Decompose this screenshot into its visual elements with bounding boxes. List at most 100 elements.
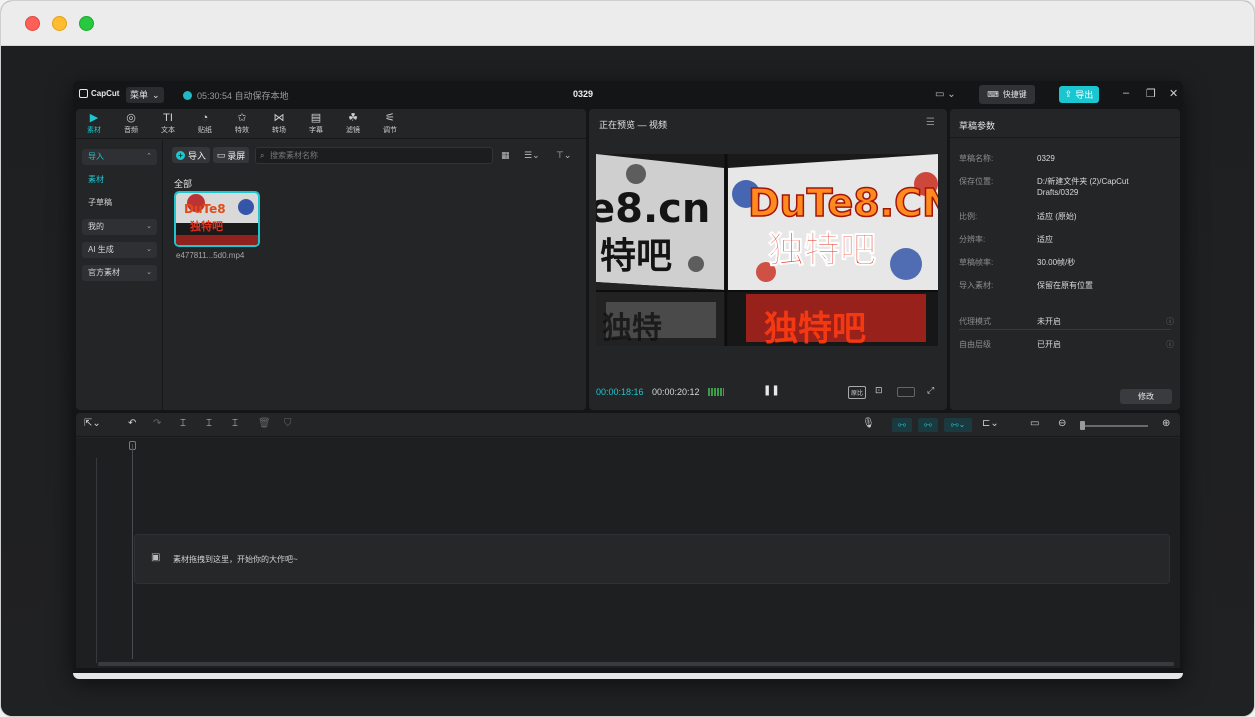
zoom-out-icon[interactable]: ⊖ [1058,418,1066,429]
sidebar-item-ai-gen[interactable]: AI 生成 ⌄ [82,242,157,258]
search-input[interactable]: ⌕ 搜索素材名称 [255,147,493,164]
export-icon: ⇪ [1064,89,1073,99]
info-icon[interactable]: ⓘ [1166,339,1174,350]
video-text-left-2: 特吧 [600,236,672,277]
mac-titlebar [1,1,1254,46]
tab-sticker[interactable]: ◔ 贴纸 [190,112,220,135]
record-screen-button[interactable]: ▭ 录屏 [213,147,249,163]
autosave-status: 05:30:54 自动保存本地 [183,89,289,102]
prop-value: 未开启 [1037,317,1061,326]
subtitle-preview-icon[interactable]: ▭ [1030,418,1039,429]
tab-adjust[interactable]: ⚟ 调节 [375,112,405,135]
media-panel: ▶ 素材 ◎ 音频 TI 文本 ◔ 贴纸 ✩ 特效 ⋈ 转场 ▤ 字幕 ☘ 滤镜… [76,109,586,410]
layout-icon[interactable]: ▭ ⌄ [935,89,956,100]
shortcut-button[interactable]: ⌨ 快捷键 [979,85,1035,104]
media-clip-thumbnail[interactable]: DuTe8 独特吧 [174,191,260,247]
trim-left-icon[interactable]: ⌶ [206,418,212,429]
restore-icon[interactable]: ❐ [1146,87,1156,100]
tab-transition[interactable]: ⋈ 转场 [264,112,294,135]
autosave-text: 05:30:54 自动保存本地 [197,91,289,101]
app-window-edge [73,673,1183,679]
tab-filter[interactable]: ☘ 滤镜 [338,112,368,135]
filter-icon: ☘ [348,112,358,124]
trim-right-icon[interactable]: ⌶ [232,418,238,429]
timeline-scrollbar[interactable] [98,662,1174,666]
prop-key: 自由层级 [959,340,991,349]
close-icon[interactable]: ✕ [1169,87,1178,100]
tab-media[interactable]: ▶ 素材 [79,112,109,135]
chevron-up-icon: ⌃ [146,153,152,160]
close-window-button[interactable] [25,16,40,31]
linkage-icon[interactable]: ⧟⌄ [944,418,972,432]
capcut-logo-icon [79,89,88,98]
plus-icon: + [175,150,185,160]
shield-icon[interactable]: ⛉ [284,418,292,429]
playhead[interactable] [132,444,133,659]
modify-button[interactable]: 修改 [1120,389,1172,404]
zoom-slider-handle[interactable] [1080,421,1085,430]
prop-value: D:/新建文件夹 (2)/CapCut Drafts/0329 [1037,177,1129,197]
grid-view-icon[interactable]: ▦ [501,150,510,161]
menu-icon[interactable]: ☰ [926,117,935,128]
microphone-icon[interactable]: 🎙 [862,418,875,429]
redo-icon[interactable]: ↷ [153,418,161,429]
maximize-window-button[interactable] [79,16,94,31]
zoom-fit-icon[interactable]: ⊡ [875,385,883,396]
drop-hint: 素材拖拽到这里，开始你的大作吧~ [173,555,298,564]
pause-button[interactable]: ❚❚ [763,385,780,396]
auto-snap-icon[interactable]: ⧟ [918,418,938,432]
tab-subtitle[interactable]: ▤ 字幕 [301,112,331,135]
props-header: 草稿参数 [950,109,1180,138]
timeline-toolbar: ⇱⌄ ↶ ↷ ⌶ ⌶ ⌶ 🗑 ⛉ 🎙 ⧟ ⧟ ⧟⌄ ⊏⌄ ▭ ⊖ ⊕ [76,413,1180,437]
timeline-body[interactable]: ▣ 素材拖拽到这里，开始你的大作吧~ [76,438,1180,668]
media-main: + 导入 ▭ 录屏 ⌕ 搜索素材名称 ▦ ☰⌄ ⊤⌄ 全部 DuTe8 独特吧 … [164,140,586,410]
tab-label: 文本 [161,127,175,134]
prop-value: 适应 [1037,235,1053,244]
menu-button[interactable]: 菜单 ⌄ [126,87,164,103]
capcut-logo: CapCut [79,89,119,98]
main-track-drop-zone[interactable]: ▣ 素材拖拽到这里，开始你的大作吧~ [134,534,1170,584]
sidebar-item-media[interactable]: 素材 [82,172,157,188]
split-icon[interactable]: ⌶ [180,418,186,429]
tab-effects[interactable]: ✩ 特效 [227,112,257,135]
search-placeholder: 搜索素材名称 [270,151,318,160]
zoom-in-icon[interactable]: ⊕ [1162,418,1170,429]
transition-icon: ⋈ [273,112,285,124]
prop-key: 分辨率: [959,235,986,244]
sort-icon[interactable]: ☰⌄ [524,150,540,161]
minimize-window-button[interactable] [52,16,67,31]
aspect-ratio-icon[interactable] [897,387,915,397]
subtitle-icon: ▤ [310,112,322,124]
prop-key: 保存位置: [959,177,994,186]
info-icon[interactable]: ⓘ [1166,316,1174,327]
delete-icon[interactable]: 🗑 [258,418,271,429]
sidebar-item-official[interactable]: 官方素材 ⌄ [82,265,157,281]
tab-text[interactable]: TI 文本 [153,112,183,135]
sidebar-item-mine[interactable]: 我的 ⌄ [82,219,157,235]
main-track-magnet-icon[interactable]: ⧟ [892,418,912,432]
tab-audio[interactable]: ◎ 音频 [116,112,146,135]
sidebar-item-subdraft[interactable]: 子草稿 [82,195,157,211]
tab-label: 调节 [383,127,397,134]
filter-funnel-icon[interactable]: ⊤⌄ [556,150,571,161]
preview-axis-icon[interactable]: ⊏⌄ [982,418,999,429]
import-button[interactable]: + 导入 [172,147,210,163]
sidebar-item-import[interactable]: 导入 ⌃ [82,149,157,165]
zoom-slider[interactable] [1082,425,1148,427]
capcut-app: CapCut 菜单 ⌄ 05:30:54 自动保存本地 0329 ▭ ⌄ ⌨ 快… [73,81,1183,677]
search-icon: ⌕ [260,151,265,160]
ratio-button[interactable]: 原比 [848,386,867,399]
video-preview[interactable]: e8.cn 特吧 DuTe8.CN 独特吧 独特 独特吧 [596,154,938,346]
fullscreen-icon[interactable]: ⤢ [927,385,934,396]
undo-icon[interactable]: ↶ [128,418,136,429]
select-cursor-icon[interactable]: ⇱⌄ [84,418,101,429]
prop-value: 0329 [1037,154,1055,163]
sidebar-item-label: 导入 [88,152,104,161]
minimize-icon[interactable]: – [1123,87,1129,99]
video-text-left: e8.cn [596,186,710,232]
video-frame: e8.cn 特吧 DuTe8.CN 独特吧 独特 独特吧 [596,154,938,346]
total-time: 00:00:20:12 [652,387,700,397]
menu-label: 菜单 [130,90,149,100]
effects-icon: ✩ [237,112,247,124]
export-button[interactable]: ⇪ 导出 [1059,86,1099,103]
